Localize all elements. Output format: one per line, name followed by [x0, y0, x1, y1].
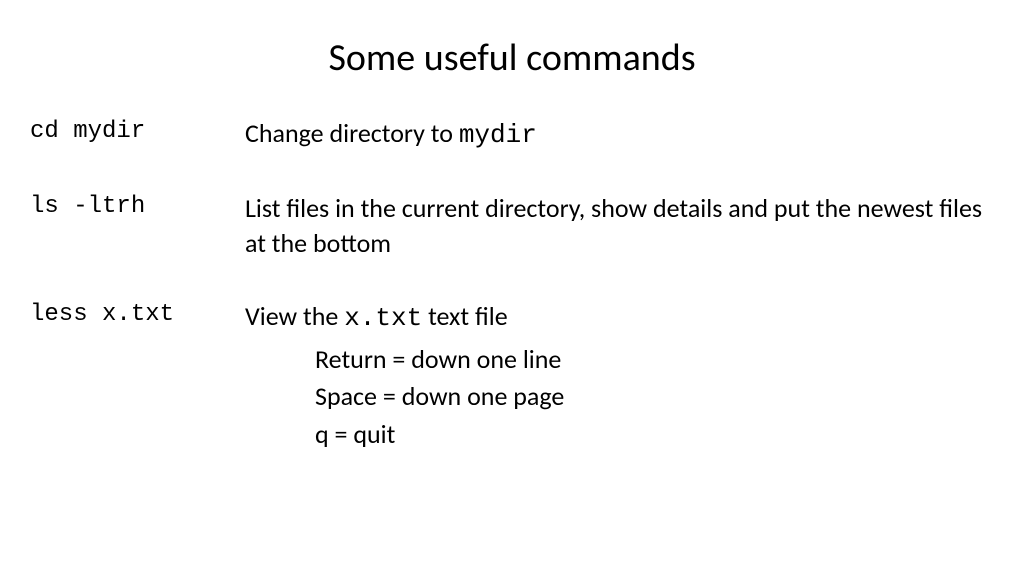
command-text: less x.txt	[30, 299, 245, 328]
command-description: List files in the current directory, sho…	[245, 191, 994, 261]
desc-mono: x.txt	[344, 303, 422, 333]
sub-item: q = quit	[315, 417, 994, 452]
page-title: Some useful commands	[30, 35, 994, 81]
command-text: cd mydir	[30, 116, 245, 145]
desc-mono: mydir	[459, 120, 537, 150]
command-row: less x.txt View the x.txt text file Retu…	[30, 299, 994, 453]
desc-text: Change directory to	[245, 117, 459, 149]
sub-item: Return = down one line	[315, 342, 994, 377]
sub-item: Space = down one page	[315, 379, 994, 414]
command-list: cd mydir Change directory to mydir ls -l…	[30, 116, 994, 454]
desc-text: List files in the current directory, sho…	[245, 192, 982, 259]
sub-list: Return = down one line Space = down one …	[315, 342, 994, 451]
command-row: cd mydir Change directory to mydir	[30, 116, 994, 153]
command-row: ls -ltrh List files in the current direc…	[30, 191, 994, 261]
command-description: Change directory to mydir	[245, 116, 994, 153]
desc-text: View the	[245, 300, 344, 332]
desc-text: text file	[422, 300, 507, 332]
command-text: ls -ltrh	[30, 191, 245, 220]
command-description: View the x.txt text file Return = down o…	[245, 299, 994, 453]
